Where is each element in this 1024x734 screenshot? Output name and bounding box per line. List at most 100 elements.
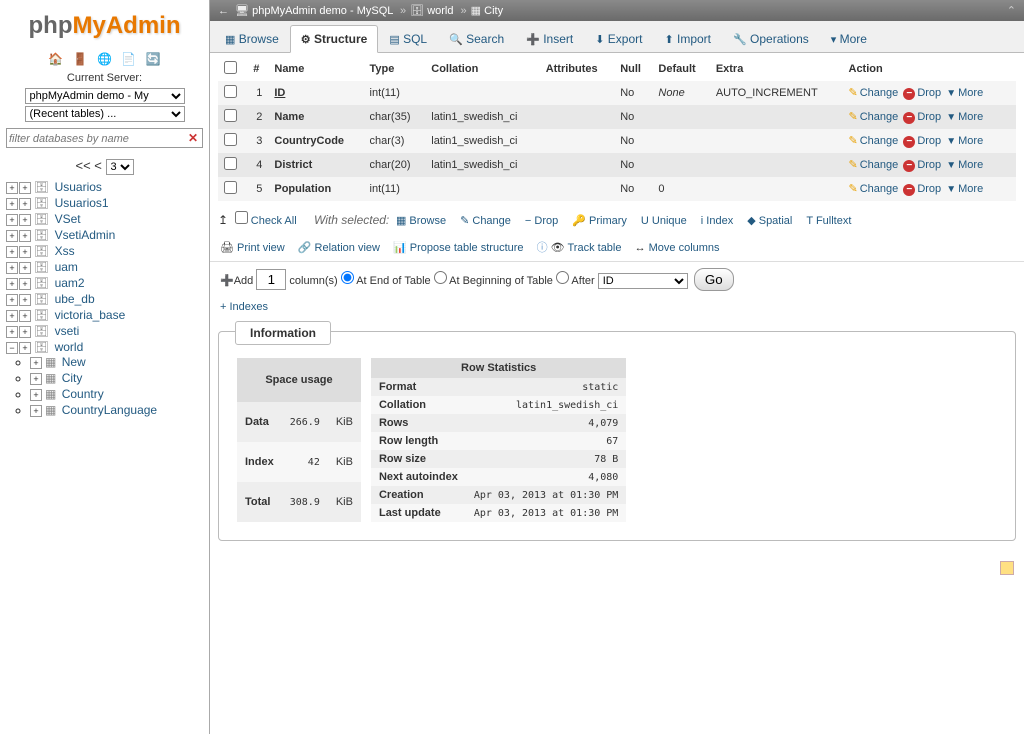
- expand-icon[interactable]: +: [6, 262, 18, 274]
- row-checkbox[interactable]: [224, 181, 237, 194]
- bc-db[interactable]: world: [427, 5, 453, 17]
- change-link[interactable]: Change: [860, 183, 899, 195]
- globe-icon[interactable]: 🌐: [97, 52, 112, 66]
- ws-drop[interactable]: − Drop: [525, 215, 558, 227]
- expand-icon[interactable]: +: [6, 230, 18, 242]
- collapse-icon[interactable]: ⌃: [1007, 4, 1016, 17]
- reload-icon[interactable]: 🔄: [146, 52, 161, 66]
- more-link[interactable]: More: [958, 111, 983, 123]
- logout-icon[interactable]: 🚪: [73, 52, 88, 66]
- more-link[interactable]: More: [958, 135, 983, 147]
- expand-icon[interactable]: +: [19, 230, 31, 242]
- tab-more[interactable]: ▾ More: [820, 25, 878, 52]
- db-link[interactable]: victoria_base: [55, 308, 126, 322]
- tab-insert[interactable]: ➕ Insert: [515, 25, 584, 52]
- expand-icon[interactable]: +: [19, 262, 31, 274]
- expand-icon[interactable]: +: [6, 246, 18, 258]
- change-link[interactable]: Change: [860, 159, 899, 171]
- drop-link[interactable]: Drop: [917, 135, 941, 147]
- expand-icon[interactable]: +: [19, 278, 31, 290]
- db-link[interactable]: VSet: [55, 212, 81, 226]
- help-icon[interactable]: ⓘ: [537, 242, 548, 254]
- expand-icon[interactable]: +: [30, 357, 42, 369]
- bc-server[interactable]: phpMyAdmin demo - MySQL: [252, 5, 393, 17]
- change-link[interactable]: Change: [860, 87, 899, 99]
- expand-icon[interactable]: +: [19, 182, 31, 194]
- ws-primary[interactable]: 🔑 Primary: [572, 215, 627, 227]
- expand-icon[interactable]: −: [6, 342, 18, 354]
- expand-icon[interactable]: +: [19, 214, 31, 226]
- expand-icon[interactable]: +: [19, 310, 31, 322]
- expand-icon[interactable]: +: [19, 326, 31, 338]
- home-icon[interactable]: 🏠: [48, 52, 63, 66]
- print-view-link[interactable]: Print view: [237, 242, 285, 254]
- change-link[interactable]: Change: [860, 135, 899, 147]
- table-link[interactable]: Country: [62, 387, 104, 401]
- db-link[interactable]: Usuarios: [55, 180, 102, 194]
- tab-operations[interactable]: 🔧 Operations: [722, 25, 820, 52]
- more-link[interactable]: More: [958, 159, 983, 171]
- tab-import[interactable]: ⬆ Import: [653, 25, 722, 52]
- docs-icon[interactable]: 📄: [121, 52, 136, 66]
- indexes-toggle[interactable]: + Indexes: [210, 297, 1024, 317]
- at-beginning-option[interactable]: At Beginning of Table: [434, 275, 553, 287]
- check-all-box[interactable]: [235, 211, 248, 224]
- table-link[interactable]: New: [62, 355, 86, 369]
- expand-icon[interactable]: +: [6, 214, 18, 226]
- expand-icon[interactable]: +: [19, 198, 31, 210]
- recent-tables-select[interactable]: (Recent tables) ...: [25, 106, 185, 122]
- db-link[interactable]: uam: [55, 260, 78, 274]
- tab-browse[interactable]: ▦ Browse: [214, 25, 290, 52]
- ws-unique[interactable]: U Unique: [641, 215, 687, 227]
- expand-icon[interactable]: +: [19, 294, 31, 306]
- db-link[interactable]: uam2: [55, 276, 85, 290]
- db-link[interactable]: Xss: [55, 244, 75, 258]
- note-icon[interactable]: [1000, 561, 1014, 575]
- drop-link[interactable]: Drop: [917, 183, 941, 195]
- db-link[interactable]: world: [55, 340, 84, 354]
- check-all[interactable]: Check All: [235, 215, 297, 227]
- row-checkbox[interactable]: [224, 109, 237, 122]
- expand-icon[interactable]: +: [30, 373, 42, 385]
- more-link[interactable]: More: [958, 183, 983, 195]
- expand-icon[interactable]: +: [19, 246, 31, 258]
- ws-spatial[interactable]: ◆ Spatial: [747, 215, 792, 227]
- at-end-option[interactable]: At End of Table: [341, 275, 431, 287]
- expand-icon[interactable]: +: [30, 389, 42, 401]
- ws-index[interactable]: i Index: [701, 215, 733, 227]
- track-table-link[interactable]: Track table: [567, 242, 621, 254]
- ws-change[interactable]: ✎ Change: [460, 215, 511, 227]
- after-option[interactable]: After: [556, 275, 595, 287]
- row-checkbox[interactable]: [224, 133, 237, 146]
- filter-input[interactable]: [9, 133, 149, 145]
- table-link[interactable]: CountryLanguage: [62, 403, 157, 417]
- change-link[interactable]: Change: [860, 111, 899, 123]
- db-link[interactable]: vseti: [55, 324, 80, 338]
- expand-icon[interactable]: +: [6, 294, 18, 306]
- expand-icon[interactable]: +: [6, 182, 18, 194]
- tab-search[interactable]: 🔍 Search: [438, 25, 515, 52]
- bc-table[interactable]: City: [484, 5, 503, 17]
- add-count-input[interactable]: [256, 269, 286, 290]
- go-button[interactable]: Go: [694, 268, 734, 291]
- tab-sql[interactable]: ▤ SQL: [378, 25, 438, 52]
- expand-icon[interactable]: +: [6, 198, 18, 210]
- tab-structure[interactable]: ⚙ Structure: [290, 25, 379, 53]
- db-link[interactable]: Usuarios1: [55, 196, 109, 210]
- prev-arrows[interactable]: << <: [75, 158, 101, 173]
- drop-link[interactable]: Drop: [917, 87, 941, 99]
- ws-browse[interactable]: ▦ Browse: [396, 215, 446, 227]
- expand-icon[interactable]: +: [30, 405, 42, 417]
- table-link[interactable]: City: [62, 371, 83, 385]
- more-link[interactable]: More: [958, 87, 983, 99]
- db-link[interactable]: ube_db: [55, 292, 95, 306]
- ws-fulltext[interactable]: T Fulltext: [806, 215, 851, 227]
- drop-link[interactable]: Drop: [917, 111, 941, 123]
- tab-export[interactable]: ⬇ Export: [584, 25, 653, 52]
- db-link[interactable]: VsetiAdmin: [55, 228, 116, 242]
- expand-icon[interactable]: +: [19, 342, 31, 354]
- page-select[interactable]: 3: [106, 159, 134, 175]
- drop-link[interactable]: Drop: [917, 159, 941, 171]
- back-icon[interactable]: ←: [218, 5, 229, 17]
- server-select[interactable]: phpMyAdmin demo - My: [25, 88, 185, 104]
